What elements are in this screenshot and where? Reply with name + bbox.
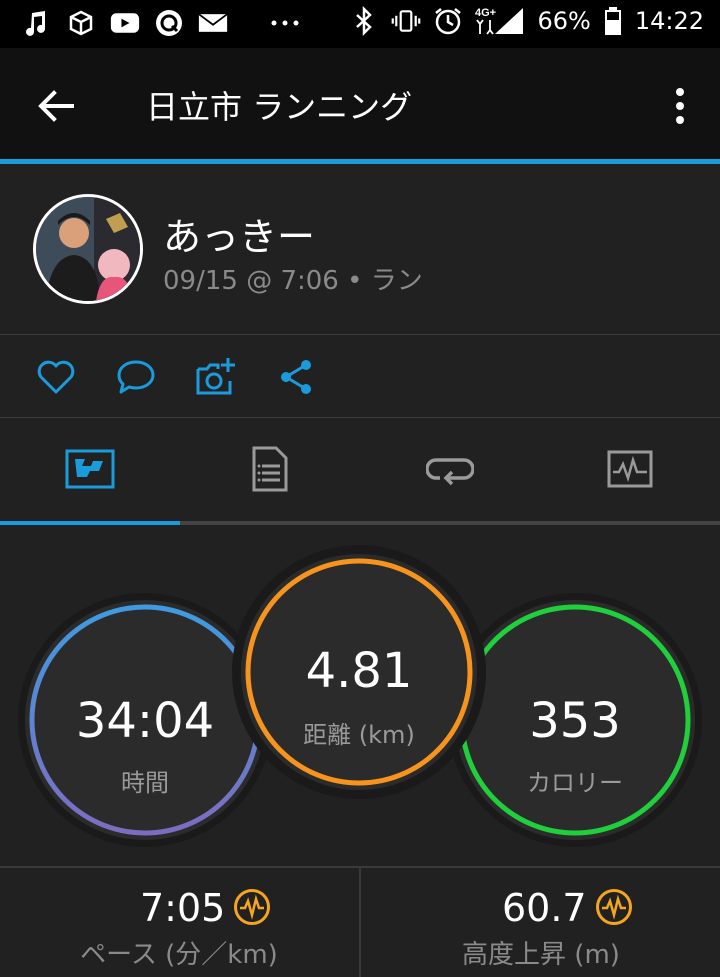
- tab-details[interactable]: [180, 418, 360, 523]
- pulse-icon: [595, 888, 633, 926]
- activity-title: 日立市 ランニング: [146, 88, 413, 126]
- network-type-label: 4G+: [475, 7, 496, 19]
- vibrate-icon: [391, 6, 421, 36]
- elevation-label: 高度上昇 (m): [462, 940, 620, 970]
- bluetooth-icon: [349, 6, 379, 36]
- avatar[interactable]: [33, 194, 143, 304]
- document-list-icon: [252, 446, 288, 496]
- mail-icon: [198, 8, 228, 38]
- more-dots-icon: [270, 8, 300, 38]
- alarm-icon: [433, 6, 463, 36]
- tab-bar: [0, 418, 720, 523]
- pace-stat[interactable]: 7:05 ペース (分／km): [0, 868, 358, 977]
- elevation-value: 60.7: [502, 886, 587, 930]
- pulse-icon: [233, 888, 271, 926]
- tab-charts[interactable]: [540, 418, 720, 523]
- battery-percent: 66%: [537, 7, 591, 35]
- youtube-icon: [110, 8, 140, 38]
- app-bar: 日立市 ランニング: [0, 48, 720, 159]
- overflow-menu-icon[interactable]: [670, 86, 690, 126]
- clock-time: 14:22: [634, 7, 704, 35]
- user-name: あっきー: [163, 215, 316, 259]
- share-icon[interactable]: [274, 355, 318, 399]
- calories-metric-circle: 353 カロリー: [448, 593, 702, 847]
- elevation-stat[interactable]: 60.7 高度上昇 (m): [362, 868, 720, 977]
- tab-overview[interactable]: [0, 418, 180, 523]
- stats-row: 7:05 ペース (分／km) 60.7 高度上昇 (m): [0, 866, 720, 977]
- loop-icon: [425, 452, 475, 490]
- signal-4g-icon: 4G+: [475, 6, 525, 36]
- add-photo-icon[interactable]: [194, 355, 238, 399]
- pace-label: ペース (分／km): [80, 940, 278, 970]
- activity-meta: 09/15 @ 7:06 • ラン: [163, 266, 423, 296]
- map-overview-icon: [65, 449, 115, 493]
- q-icon: [154, 8, 184, 38]
- pace-value: 7:05: [140, 886, 226, 930]
- distance-metric-circle: 4.81 距離 (km): [232, 545, 486, 799]
- chart-icon: [607, 450, 653, 492]
- back-arrow-icon[interactable]: [34, 84, 78, 128]
- status-bar: 4G+ 66% 14:22: [0, 0, 720, 48]
- comment-icon[interactable]: [114, 355, 158, 399]
- action-bar: [0, 335, 720, 418]
- heart-icon[interactable]: [34, 355, 78, 399]
- distance-label: 距離 (km): [303, 721, 415, 749]
- tab-indicator-track: [0, 521, 720, 525]
- box-icon: [66, 8, 96, 38]
- calories-label: カロリー: [527, 769, 623, 797]
- distance-value: 4.81: [305, 643, 413, 699]
- activity-header: あっきー 09/15 @ 7:06 • ラン: [0, 164, 720, 335]
- stats-divider: [359, 868, 361, 977]
- calories-value: 353: [529, 693, 621, 749]
- tab-laps[interactable]: [360, 418, 540, 523]
- music-note-icon: [22, 8, 52, 38]
- battery-icon: [603, 6, 623, 36]
- tab-indicator: [0, 521, 180, 525]
